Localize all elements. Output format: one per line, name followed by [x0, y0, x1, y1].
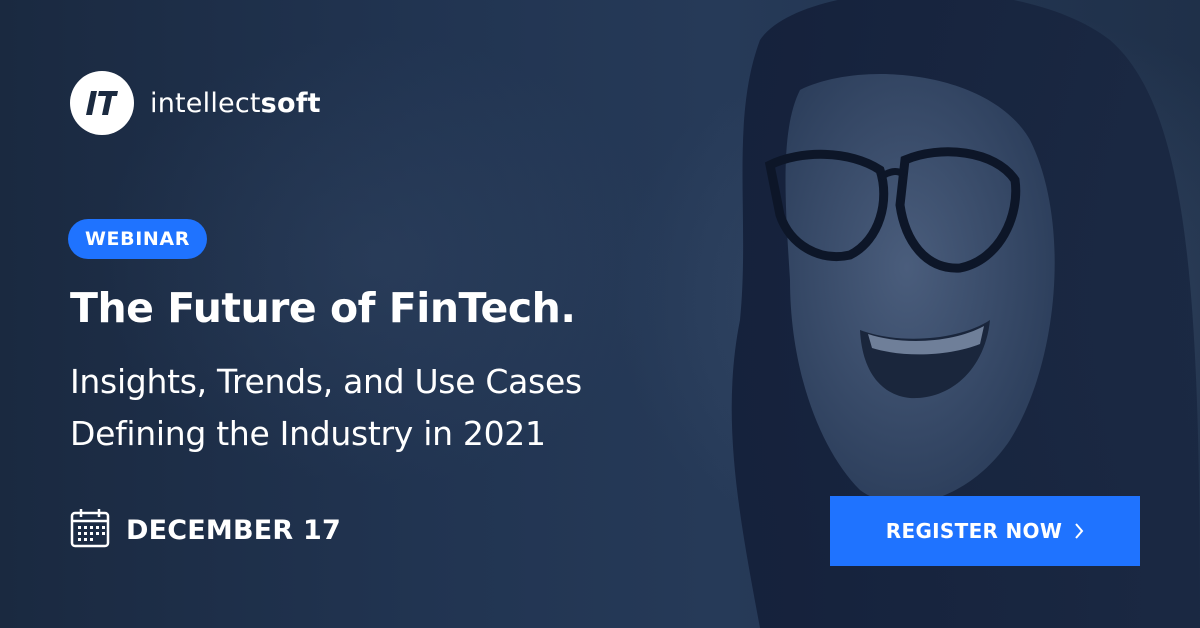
- headline-subtitle: Insights, Trends, and Use Cases Defining…: [70, 356, 710, 460]
- subtitle-line-2: Defining the Industry in 2021: [70, 414, 546, 453]
- webinar-banner: intellectsoft WEBINAR The Future of FinT…: [0, 0, 1200, 628]
- register-now-label: REGISTER NOW: [885, 519, 1063, 543]
- calendar-icon: [70, 508, 110, 552]
- intellectsoft-logo-icon: [70, 71, 134, 135]
- brand-name-bold: soft: [260, 87, 321, 119]
- event-date-text: DECEMBER 17: [126, 514, 341, 546]
- brand-logo[interactable]: intellectsoft: [70, 71, 321, 135]
- headline-title: The Future of FinTech.: [70, 284, 576, 332]
- chevron-right-icon: [1074, 522, 1084, 540]
- webinar-badge: WEBINAR: [68, 219, 207, 259]
- brand-name: intellectsoft: [150, 88, 321, 119]
- subtitle-line-1: Insights, Trends, and Use Cases: [70, 362, 582, 401]
- event-date: DECEMBER 17: [70, 508, 341, 552]
- register-now-button[interactable]: REGISTER NOW: [830, 496, 1140, 566]
- brand-name-light: intellect: [150, 87, 261, 119]
